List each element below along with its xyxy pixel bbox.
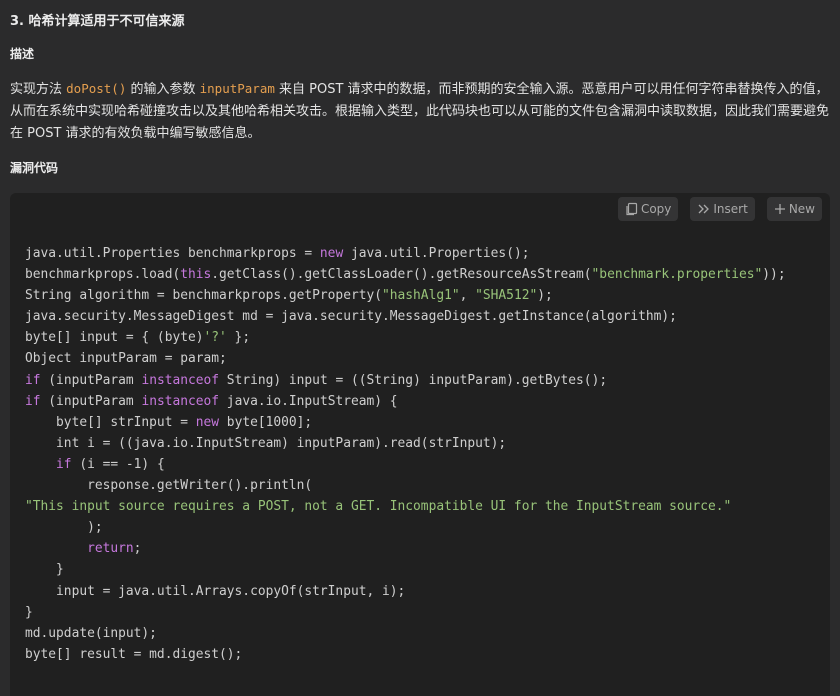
copy-button[interactable]: Copy <box>617 197 679 221</box>
new-label: New <box>788 202 815 216</box>
code-text: java.util.Properties benchmarkprops = <box>25 246 320 261</box>
code-keyword: return <box>87 541 134 557</box>
code-text: byte[] strInput = <box>25 414 196 430</box>
code-text: String) input = ((String) inputParam).ge… <box>219 372 608 388</box>
code-text: benchmarkprops.load( <box>25 267 181 283</box>
code-line: } <box>25 605 33 620</box>
code-text: response.getWriter().println( <box>25 478 313 494</box>
inline-code-inputparam: inputParam <box>199 81 275 96</box>
code-text: byte[] result = md.digest(); <box>25 646 243 662</box>
insert-label: Insert <box>713 202 748 216</box>
code-text: java.security.MessageDigest md = java.se… <box>25 309 677 325</box>
code-toolbar: Copy Insert New <box>617 197 822 221</box>
code-text: ); <box>537 288 553 304</box>
code-text: }; <box>226 330 251 346</box>
code-text: java.util.Properties(); <box>343 246 530 261</box>
code-text: } <box>25 562 64 578</box>
insert-button[interactable]: Insert <box>690 197 755 221</box>
section-heading: 3. 哈希计算适用于不可信来源 <box>10 14 185 29</box>
code-line: byte[] result = md.digest(); <box>25 647 242 662</box>
code-line: } <box>25 562 64 577</box>
code-line: ); <box>25 520 103 535</box>
code-text: )); <box>762 267 786 283</box>
code-text: java.io.InputStream) { <box>219 393 398 409</box>
code-line: Object inputParam = param; <box>25 351 227 366</box>
code-line: benchmarkprops.load(this.getClass().getC… <box>25 267 786 282</box>
code-string: '?' <box>203 330 227 346</box>
code-keyword: if <box>25 372 41 388</box>
code-line: byte[] strInput = new byte[1000]; <box>25 415 312 430</box>
code-keyword: instanceof <box>141 372 220 388</box>
copy-label: Copy <box>640 202 672 216</box>
description-text: 实现方法 <box>10 82 67 97</box>
code-line: response.getWriter().println( <box>25 478 312 493</box>
code-text: (inputParam <box>40 393 142 409</box>
code-text: String algorithm = benchmarkprops.getPro… <box>25 288 382 304</box>
code-line: md.update(input); <box>25 626 157 641</box>
code-keyword: new <box>195 414 220 430</box>
code-line: if (inputParam instanceof String) input … <box>25 373 607 388</box>
code-string: "This input source requires a POST, not … <box>25 499 732 515</box>
code-line: input = java.util.Arrays.copyOf(strInput… <box>25 584 405 599</box>
copy-icon <box>625 202 638 216</box>
code-text: int i = ((java.io.InputStream) inputPara… <box>25 435 507 451</box>
code-line: byte[] input = { (byte)'?' }; <box>25 330 250 345</box>
code-text: } <box>25 604 33 620</box>
code-line: if (i == -1) { <box>25 457 165 472</box>
code-text: byte[1000]; <box>219 414 313 430</box>
chat-response: 3. 哈希计算适用于不可信来源 描述 实现方法 doPost() 的输入参数 i… <box>0 0 840 696</box>
plus-icon <box>774 203 786 215</box>
code-text: , <box>459 288 476 304</box>
code-string: "hashAlg1" <box>382 288 460 304</box>
insert-icon <box>697 203 710 215</box>
code-line: return; <box>25 541 141 556</box>
code-keyword: this <box>180 267 212 283</box>
code-keyword: instanceof <box>141 393 220 409</box>
code-line: if (inputParam instanceof java.io.InputS… <box>25 394 398 409</box>
code-line: int i = ((java.io.InputStream) inputPara… <box>25 436 506 451</box>
new-button[interactable]: New <box>766 197 822 221</box>
code-text: Object inputParam = param; <box>25 351 227 367</box>
code-text: (i == -1) { <box>71 456 165 472</box>
description-title: 描述 <box>10 47 35 61</box>
code-text: md.update(input); <box>25 625 157 641</box>
code-keyword: if <box>56 456 72 472</box>
code-text: (inputParam <box>40 372 142 388</box>
code-string: "SHA512" <box>475 288 538 304</box>
code-keyword: new <box>319 246 344 261</box>
code-text: ; <box>133 541 142 557</box>
code-line: java.security.MessageDigest md = java.se… <box>25 309 677 324</box>
vulnerable-code-title: 漏洞代码 <box>10 161 59 175</box>
code-line: java.util.Properties benchmarkprops = ne… <box>25 246 529 261</box>
inline-code-dopost: doPost() <box>66 81 127 96</box>
code-text: input = java.util.Arrays.copyOf(strInput… <box>25 583 406 599</box>
code-text: ); <box>25 520 103 536</box>
code-text: .getClass().getClassLoader().getResource… <box>211 267 592 283</box>
code-line: "This input source requires a POST, not … <box>25 499 731 514</box>
description-paragraph: 实现方法 doPost() 的输入参数 inputParam 来自 POST 请… <box>10 78 830 145</box>
code-keyword: if <box>25 393 41 409</box>
code-text: byte[] input = { (byte) <box>25 330 204 346</box>
code-content: java.util.Properties benchmarkprops = ne… <box>25 243 786 665</box>
code-string: "benchmark.properties" <box>591 267 763 283</box>
code-block: Copy Insert New java.util.Properties ben… <box>10 193 830 696</box>
code-line: String algorithm = benchmarkprops.getPro… <box>25 288 553 303</box>
description-text: 的输入参数 <box>126 82 200 97</box>
